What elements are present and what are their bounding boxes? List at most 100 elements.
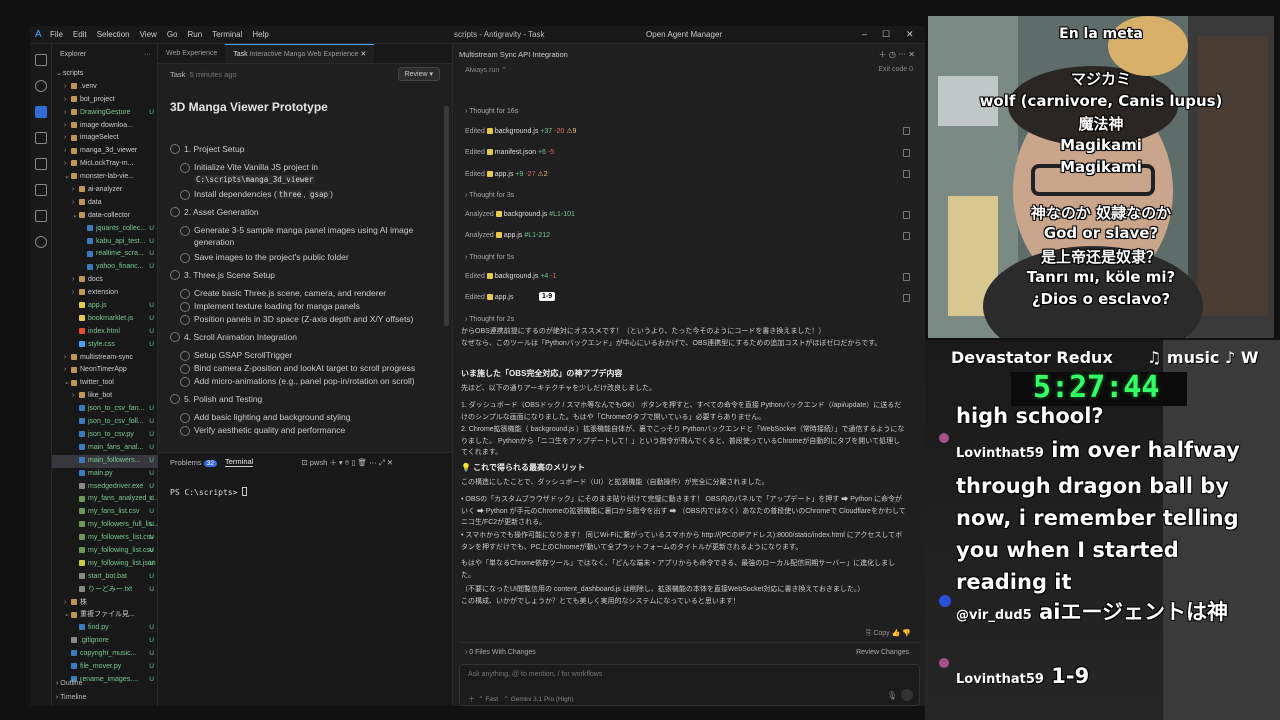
task-item[interactable]: Save images to the project's public fold… bbox=[180, 251, 434, 263]
thought-row[interactable]: › Thought for 3s bbox=[465, 192, 910, 199]
tree-item[interactable]: json_to_csv_foll... U bbox=[52, 416, 158, 429]
task-item[interactable]: Verify aesthetic quality and performance bbox=[180, 424, 434, 436]
edit-row[interactable]: Edited app.js +9 -27 ⚠2 bbox=[465, 170, 910, 178]
tree-item[interactable]: りーどみー.txt U bbox=[52, 584, 158, 597]
tree-item[interactable]: start_bot.bat U bbox=[52, 571, 158, 584]
open-file-icon[interactable] bbox=[903, 127, 910, 135]
menu-terminal[interactable]: Terminal bbox=[212, 30, 242, 39]
task-scrollbar[interactable] bbox=[444, 106, 449, 326]
tree-item[interactable]: style.css U bbox=[52, 339, 158, 352]
tree-item[interactable]: › 株 bbox=[52, 597, 158, 610]
review-changes-button[interactable]: Review Changes bbox=[856, 649, 909, 656]
run-debug-icon[interactable] bbox=[35, 132, 47, 144]
task-item[interactable]: Create basic Three.js scene, camera, and… bbox=[180, 287, 434, 299]
terminal-prompt[interactable]: PS C:\scripts> bbox=[170, 487, 248, 497]
timeline-section[interactable]: › Timeline bbox=[56, 694, 86, 701]
tab-close-icon[interactable]: ✕ bbox=[360, 51, 366, 58]
open-file-icon[interactable] bbox=[903, 272, 910, 281]
search-icon[interactable] bbox=[35, 80, 47, 92]
task-item[interactable]: Add micro-animations (e.g., panel pop-in… bbox=[180, 375, 434, 387]
task-item[interactable]: Initialize Vite Vanilla JS project in C:\… bbox=[180, 161, 434, 186]
tree-item[interactable]: yahoo_financ... U bbox=[52, 261, 158, 274]
tree-item[interactable]: file_mover.py U bbox=[52, 661, 158, 674]
edit-row[interactable]: Edited background.js +4 -1 bbox=[465, 272, 910, 281]
tab-terminal[interactable]: Terminal bbox=[225, 457, 254, 467]
edit-row[interactable]: Edited app.js bbox=[465, 294, 910, 302]
task-item[interactable]: Setup GSAP ScrollTrigger bbox=[180, 349, 434, 361]
tree-item[interactable]: › .venv bbox=[52, 81, 158, 94]
edit-row[interactable]: Edited background.js +37 -20 ⚠9 bbox=[465, 127, 910, 135]
thought-row[interactable]: › Thought for 2s bbox=[465, 316, 910, 323]
tree-item[interactable]: my_following_list.csv U bbox=[52, 545, 158, 558]
open-file-icon[interactable] bbox=[903, 232, 910, 240]
tree-item[interactable]: my_followers_list.csv U bbox=[52, 532, 158, 545]
menu-view[interactable]: View bbox=[140, 30, 157, 39]
agent-icon[interactable] bbox=[35, 236, 47, 248]
tree-item[interactable]: ⌄ monster-lab-vie... bbox=[52, 171, 158, 184]
tree-item[interactable]: › extension bbox=[52, 287, 158, 300]
edit-row[interactable]: Analyzed app.js #L1-212 bbox=[465, 232, 910, 240]
open-file-icon[interactable] bbox=[903, 294, 910, 302]
maximize-icon[interactable]: ☐ bbox=[882, 29, 890, 40]
always-run-toggle[interactable]: Always run ⌃ bbox=[465, 66, 507, 74]
tree-item[interactable]: copyright_music... U bbox=[52, 648, 158, 661]
tree-item[interactable]: json_to_csv_fan... U bbox=[52, 403, 158, 416]
tree-item[interactable]: › bot_project bbox=[52, 94, 158, 107]
tree-item[interactable]: my_followers_full_lis... U bbox=[52, 519, 158, 532]
outline-section[interactable]: › Outline bbox=[56, 680, 82, 687]
extensions-icon[interactable] bbox=[35, 184, 47, 196]
shell-selector[interactable]: ⊡ pwsh ＋ ▾ ⌾ ▯ 🗑 ⋯ ⤢ ✕ bbox=[301, 457, 393, 468]
mic-icon[interactable]: 🎙 bbox=[887, 691, 897, 700]
agent-chat-input[interactable]: Ask anything, @ to mention, / for workfl… bbox=[459, 664, 920, 706]
tree-item[interactable]: app.js U bbox=[52, 300, 158, 313]
open-file-icon[interactable] bbox=[903, 170, 910, 178]
tree-item[interactable]: ⌄scripts bbox=[52, 68, 158, 81]
tree-item[interactable]: › DrawingGesture U bbox=[52, 107, 158, 120]
open-file-icon[interactable] bbox=[903, 210, 910, 219]
remote-icon[interactable] bbox=[35, 158, 47, 170]
tree-item[interactable]: kabu_api_test... U bbox=[52, 236, 158, 249]
tree-item[interactable]: json_to_csv.py U bbox=[52, 429, 158, 442]
thought-row[interactable]: › Thought for 5s bbox=[465, 254, 910, 261]
edit-row[interactable]: Edited manifest.json +6 -5 bbox=[465, 148, 910, 157]
open-agent-manager-button[interactable]: Open Agent Manager bbox=[646, 30, 722, 39]
more-icon[interactable]: ··· bbox=[144, 44, 151, 66]
edit-row[interactable]: Analyzed background.js #L1-101 bbox=[465, 210, 910, 219]
tree-item[interactable]: › image downloa... bbox=[52, 120, 158, 133]
menu-selection[interactable]: Selection bbox=[97, 30, 130, 39]
open-file-icon[interactable] bbox=[903, 148, 910, 157]
menu-help[interactable]: Help bbox=[252, 30, 268, 39]
menu-file[interactable]: File bbox=[50, 30, 63, 39]
agent-toolbar[interactable]: ＋ ◷ ⋯ ✕ bbox=[879, 49, 915, 60]
tab-task[interactable]: Task Interactive Manga Web Experience ✕ bbox=[225, 44, 375, 63]
tree-item[interactable]: index.html U bbox=[52, 326, 158, 339]
task-item[interactable]: Install dependencies (three, gsap) bbox=[180, 188, 434, 201]
menu-run[interactable]: Run bbox=[187, 30, 202, 39]
chat-options[interactable]: ＋ ⌃ Fast ⌃ Gemini 3.1 Pro (High) bbox=[468, 693, 574, 703]
tree-item[interactable]: find.py U bbox=[52, 622, 158, 635]
tree-item[interactable]: my_fans_list.csv U bbox=[52, 506, 158, 519]
tree-item[interactable]: main_fans_anal... U bbox=[52, 442, 158, 455]
review-button[interactable]: Review ▾ bbox=[397, 67, 440, 81]
task-item[interactable]: Bind camera Z-position and lookAt target… bbox=[180, 362, 434, 374]
tree-item[interactable]: my_following_list.json U bbox=[52, 558, 158, 571]
task-item[interactable]: Generate 3-5 sample manga panel images u… bbox=[180, 224, 434, 248]
tree-item[interactable]: ⌄ data-collector bbox=[52, 210, 158, 223]
tree-item[interactable]: jquants_collec... U bbox=[52, 223, 158, 236]
tab-problems[interactable]: Problems 32 bbox=[170, 458, 218, 467]
copy-button[interactable]: ⎘ Copy 👍 👎 bbox=[866, 629, 911, 638]
tree-item[interactable]: › ai-analyzer bbox=[52, 184, 158, 197]
tree-item[interactable]: › manga_3d_viewer bbox=[52, 145, 158, 158]
tree-item[interactable]: realtime_scra... U bbox=[52, 248, 158, 261]
tree-item[interactable]: › docs bbox=[52, 274, 158, 287]
testing-icon[interactable] bbox=[35, 210, 47, 222]
task-item[interactable]: Implement texture loading for manga pane… bbox=[180, 300, 434, 312]
tree-item[interactable]: main.py U bbox=[52, 468, 158, 481]
tree-item[interactable]: › like_bot bbox=[52, 390, 158, 403]
tree-item[interactable]: ⌄ twitter_tool bbox=[52, 377, 158, 390]
send-button[interactable] bbox=[901, 689, 913, 701]
tree-item[interactable]: bookmarklet.js U bbox=[52, 313, 158, 326]
task-item[interactable]: Position panels in 3D space (Z-axis dept… bbox=[180, 313, 434, 325]
tree-item[interactable]: › MicLockTray-m... bbox=[52, 158, 158, 171]
close-icon[interactable]: ✕ bbox=[906, 29, 914, 40]
